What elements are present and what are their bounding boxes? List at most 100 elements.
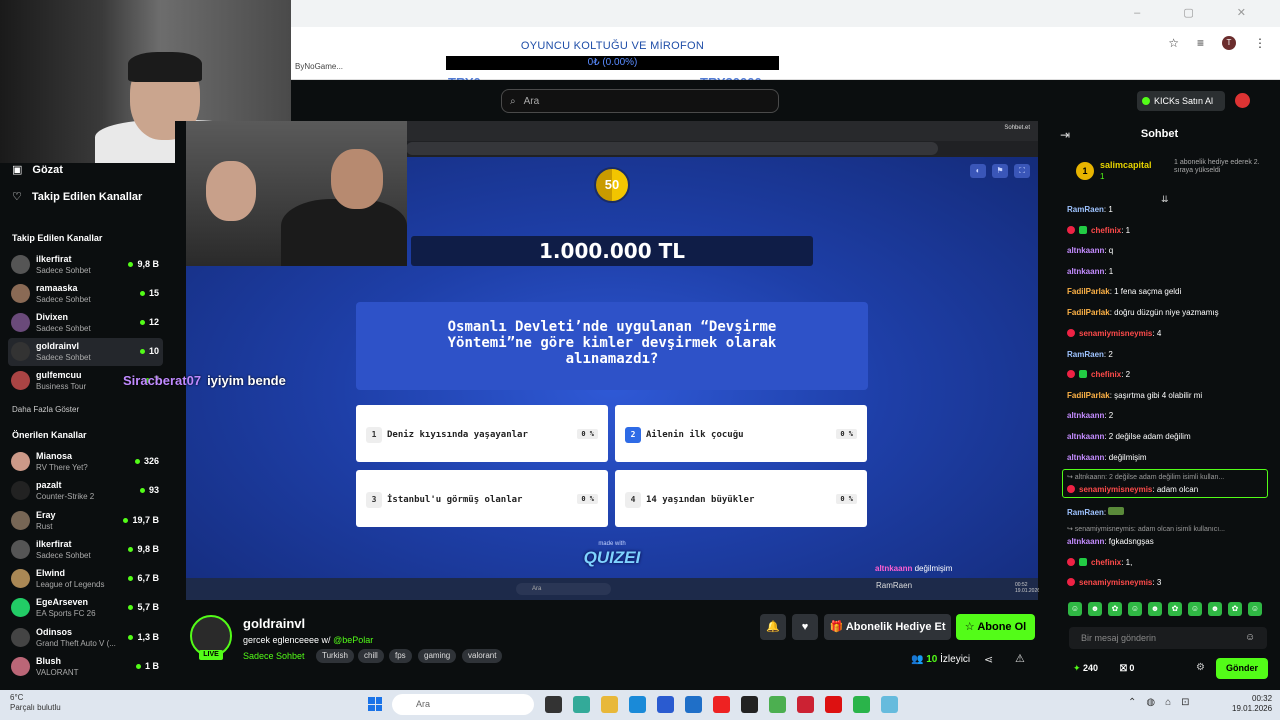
chat-username[interactable]: FadilParlak [1067,391,1110,400]
channel-item[interactable]: Mianosa RV There Yet? 326 [8,448,163,476]
user-avatar[interactable] [1235,93,1250,108]
kicks-buy-button[interactable]: KICKs Satın Al [1137,91,1225,111]
chat-username[interactable]: altnkaann [1067,537,1104,546]
chat-username[interactable]: RamRaen [1067,508,1104,517]
chat-username[interactable]: altnkaann [1067,246,1104,255]
tag[interactable]: fps [389,649,412,663]
emoji-picker-icon[interactable]: ☺ [1245,632,1255,643]
system-tray[interactable]: ⌃◍⌂⊡ [1128,697,1200,708]
chat-input[interactable]: Bir mesaj gönderin [1069,627,1267,649]
channel-item[interactable]: Odinsos Grand Theft Auto V (... 1,3 B [8,624,163,652]
channel-item[interactable]: ilkerfirat Sadece Sohbet 9,8 B [8,536,163,564]
channel-item[interactable]: Divixen Sadece Sohbet 12 [8,309,163,337]
emote-icon[interactable]: ☻ [1148,602,1162,616]
emote-icon[interactable]: ✿ [1108,602,1122,616]
sidebar-item-following[interactable]: ♡ Takip Edilen Kanallar [12,190,142,204]
yandex-icon[interactable] [713,696,730,713]
emote-icon[interactable]: ☻ [1208,602,1222,616]
chat-username[interactable]: RamRaen [1067,205,1104,214]
answer-option-3[interactable]: 3 İstanbul'u görmüş olanlar 0 % [356,470,608,527]
emote-icon[interactable]: ☺ [1068,602,1082,616]
emote-icon[interactable]: ☺ [1128,602,1142,616]
sound-icon[interactable]: ◐ [970,164,986,178]
bookmark-item[interactable]: ByNoGame... [295,62,343,71]
tag[interactable]: gaming [418,649,457,663]
chat-username[interactable]: altnkaann [1067,411,1104,420]
chat-username[interactable]: senamiymisneymis [1079,329,1152,338]
emote-icon[interactable]: ✿ [1228,602,1242,616]
chat-username[interactable]: FadilParlak [1067,308,1110,317]
chat-username[interactable]: senamiymisneymis [1079,578,1152,587]
gift-sub-button[interactable]: 🎁 Abonelik Hediye Et [824,614,951,640]
store-icon[interactable] [657,696,674,713]
answer-option-2[interactable]: 2 Ailenin ilk çocuğu 0 % [615,405,867,462]
widgets-icon[interactable] [573,696,590,713]
chat-username[interactable]: RamRaen [1067,350,1104,359]
chat-username[interactable]: FadilParlak [1067,287,1110,296]
stream-category[interactable]: Sadece Sohbet [243,651,305,661]
flag-icon[interactable]: ⚑ [992,164,1008,178]
window-controls[interactable]: – ▢ ✕ [1134,6,1266,19]
viewer-count: 12 [140,317,159,327]
tag[interactable]: chill [358,649,384,663]
channel-item[interactable]: Elwind League of Legends 6,7 B [8,565,163,593]
whatsapp-icon[interactable] [853,696,870,713]
emote-icon[interactable]: ✿ [1168,602,1182,616]
show-more-link[interactable]: Daha Fazla Göster [12,405,79,414]
send-button[interactable]: Gönder [1216,658,1268,679]
start-button[interactable] [368,697,382,711]
taskbar-clock[interactable]: 00:32 19.01.2026 [1232,694,1272,714]
notification-bell-button[interactable]: 🔔 [760,614,786,640]
more-icon[interactable]: ⋮ [1254,36,1266,50]
chat-username[interactable]: altnkaann [1067,453,1104,462]
share-icon[interactable]: ⋖ [984,653,993,666]
outlook-icon[interactable] [685,696,702,713]
chat-username[interactable]: chefinix [1091,558,1121,567]
subscribe-button[interactable]: ☆ Abone Ol [956,614,1035,640]
answer-number: 3 [366,492,382,508]
answer-option-4[interactable]: 4 14 yaşından büyükler 0 % [615,470,867,527]
search-input[interactable]: ⌕ Ara [501,89,779,113]
channel-item[interactable]: Blush VALORANT 1 B [8,653,163,681]
task-view-icon[interactable] [545,696,562,713]
streamer-name[interactable]: goldrainvl [243,616,305,631]
taskbar-search[interactable]: Ara [392,694,534,715]
emote-icon[interactable]: ☺ [1188,602,1202,616]
channel-item[interactable]: pazalt Counter-Strike 2 93 [8,477,163,505]
sidebar-item-browse[interactable]: ▣ Gözat [12,163,63,177]
report-icon[interactable]: ⚠ [1015,652,1025,665]
emote-icon[interactable]: ☻ [1088,602,1102,616]
chat-username[interactable]: chefinix [1091,226,1121,235]
follow-button[interactable]: ♥ [792,614,818,640]
edge-icon[interactable] [629,696,646,713]
playlist-icon[interactable]: ≡ [1197,36,1204,50]
profile-avatar[interactable]: T [1222,36,1236,50]
channel-item[interactable]: ramaaska Sadece Sohbet 15 [8,280,163,308]
chat-username[interactable]: altnkaann [1067,432,1104,441]
channel-points[interactable]: ✦ 240 [1073,663,1098,674]
star-icon[interactable]: ☆ [1168,36,1179,50]
opera-icon[interactable] [825,696,842,713]
app-icon[interactable] [741,696,758,713]
gift-counter[interactable]: ⛝ 0 [1120,663,1134,674]
app-icon[interactable] [797,696,814,713]
stream-title-mention[interactable]: @bePolar [333,635,373,645]
tag[interactable]: Turkish [316,649,354,663]
file-explorer-icon[interactable] [601,696,618,713]
channel-item[interactable]: ilkerfirat Sadece Sohbet 9,8 B [8,251,163,279]
channel-item-active[interactable]: goldrainvl Sadece Sohbet 10 [8,338,163,366]
notepad-icon[interactable] [881,696,898,713]
emote-icon[interactable]: ☺ [1248,602,1262,616]
chrome-icon[interactable] [769,696,786,713]
expand-pinned-icon[interactable]: ⇊ [1161,194,1169,205]
tag[interactable]: valorant [462,649,503,663]
chat-username[interactable]: altnkaann [1067,267,1104,276]
answer-option-1[interactable]: 1 Deniz kıyısında yaşayanlar 0 % [356,405,608,462]
chat-settings-icon[interactable]: ⚙ [1196,662,1205,673]
chat-username[interactable]: senamiymisneymis [1079,485,1152,494]
channel-item[interactable]: Eray Rust 19,7 B [8,507,163,535]
chat-username[interactable]: chefinix [1091,370,1121,379]
channel-item[interactable]: EgeArseven EA Sports FC 26 5,7 B [8,594,163,622]
fullscreen-icon[interactable]: ⛶ [1014,164,1030,178]
weather-widget[interactable]: 6°C Parçalı bulutlu [10,693,61,713]
